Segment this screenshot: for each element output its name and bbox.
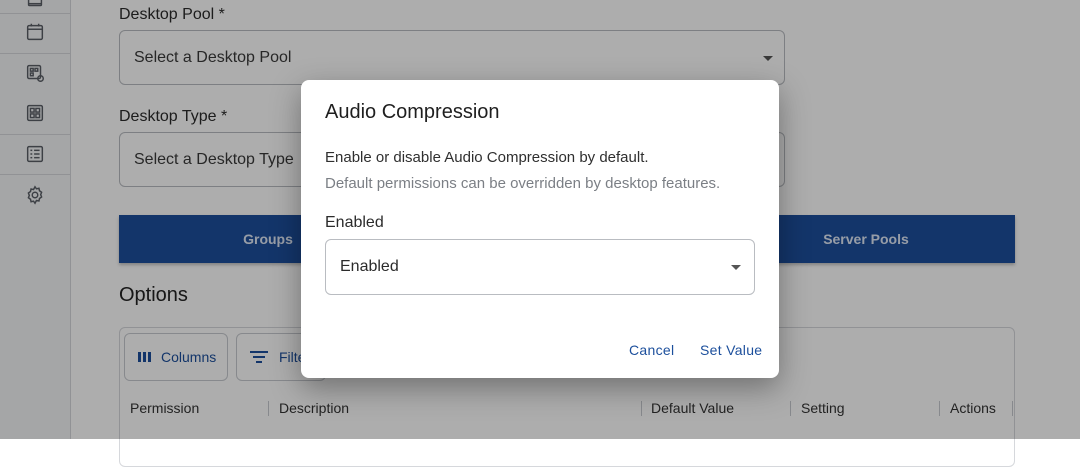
enabled-field-label: Enabled (325, 214, 384, 231)
audio-compression-dialog: Audio Compression Enable or disable Audi… (301, 80, 779, 378)
enabled-select-value: Enabled (340, 258, 399, 275)
set-value-button[interactable]: Set Value (700, 342, 762, 358)
chevron-down-icon (731, 265, 741, 270)
dialog-description: Enable or disable Audio Compression by d… (325, 149, 649, 166)
dialog-title: Audio Compression (325, 101, 500, 123)
dialog-note: Default permissions can be overridden by… (325, 175, 721, 192)
cancel-button[interactable]: Cancel (629, 342, 674, 358)
enabled-select[interactable]: Enabled (325, 239, 755, 295)
